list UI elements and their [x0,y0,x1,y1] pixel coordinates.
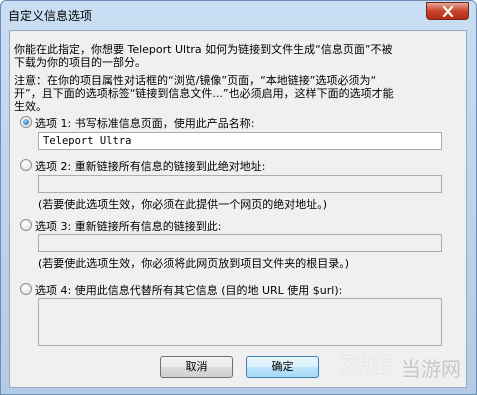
custom-info-textarea[interactable] [38,298,442,346]
option2-hint: (若要使此选项生效，你必须在此提供一个网页的绝对地址。) [38,198,328,211]
title-bar[interactable]: 自定义信息选项 [1,1,476,29]
window-title: 自定义信息选项 [8,9,93,23]
intro-text-line2: 下载为你的项目的一部分。 [14,56,146,69]
note-text-line2: 开”，且下面的选项标签“链接到信息文件...”也必须启用，这样下面的选项才能 [14,87,394,100]
close-button[interactable] [426,2,469,20]
option3-radio[interactable] [20,219,32,231]
watermark-text: 当游网 [401,357,461,381]
product-name-value: Teleport Ultra [43,135,132,147]
option2-label[interactable]: 选项 2: 重新链接所有信息的链接到此绝对地址: [35,158,265,174]
option1-radio[interactable] [20,116,32,128]
option3-label[interactable]: 选项 3: 重新链接所有信息的链接到此: [35,218,221,234]
product-name-field[interactable]: Teleport Ultra [38,132,442,150]
option2-radio[interactable] [20,159,32,171]
watermark: 3HE 当游网 [339,345,465,387]
option4-label[interactable]: 选项 4: 使用此信息代替所有其它信息 (目的地 URL 使用 $url): [35,282,342,298]
dialog-body: 你能在此指定，你想要 Teleport Ultra 如何为链接到文件生成“信息页… [9,30,467,388]
option1-label[interactable]: 选项 1: 书写标准信息页面，使用此产品名称: [35,115,254,131]
ok-button[interactable]: 确定 [246,356,319,378]
option4-radio[interactable] [20,283,32,295]
absolute-address-field[interactable] [38,175,442,193]
option3-hint: (若要使此选项生效，你必须将此网页放到项目文件夹的根目录。) [38,257,350,270]
relink-page-field[interactable] [38,234,442,252]
close-icon [442,6,454,17]
watermark-logo: 3HE [339,351,393,379]
cancel-button[interactable]: 取消 [160,356,233,378]
note-text-line3: 生效。 [14,100,47,113]
dialog-window: 自定义信息选项 你能在此指定，你想要 Teleport Ultra 如何为链接到… [0,0,477,395]
